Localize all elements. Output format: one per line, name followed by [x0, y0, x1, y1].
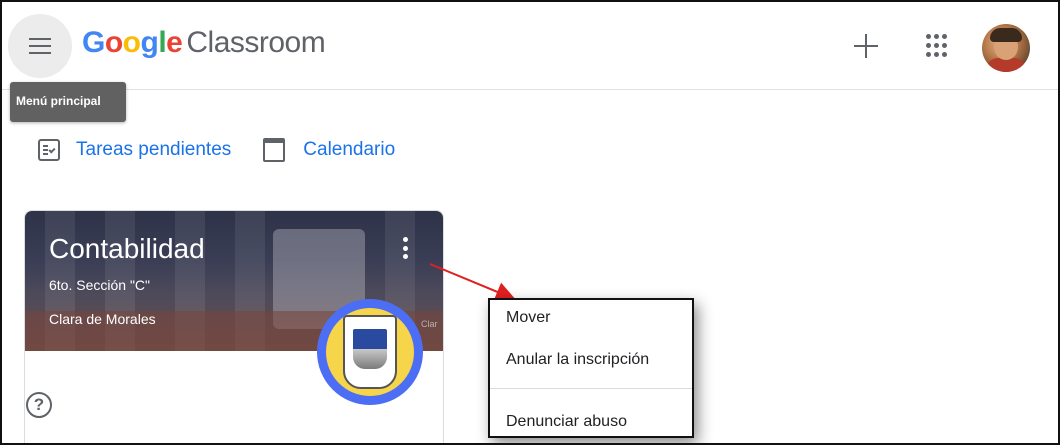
more-vert-icon[interactable] — [395, 233, 415, 263]
logo-product-name: Classroom — [186, 26, 326, 59]
secondary-nav: Tareas pendientes Calendario — [38, 130, 427, 170]
course-crest-avatar — [317, 299, 423, 405]
help-circle-icon[interactable]: ? — [26, 392, 52, 418]
main-menu-tooltip: Menú principal — [10, 82, 126, 122]
main-menu-button[interactable] — [8, 14, 72, 78]
calendar-icon — [263, 138, 286, 162]
nav-item-calendar-label: Calendario — [303, 139, 396, 160]
banner-fade-text: Clar — [421, 319, 438, 329]
apps-grid-icon[interactable] — [926, 34, 950, 58]
assignment-check-icon — [38, 139, 60, 161]
app-logo[interactable]: Google Classroom — [82, 26, 326, 60]
nav-item-todo[interactable]: Tareas pendientes — [38, 139, 231, 161]
course-context-menu: Mover Anular la inscripción Denunciar ab… — [488, 298, 694, 438]
course-title[interactable]: Contabilidad — [49, 233, 205, 265]
menu-divider — [490, 388, 692, 389]
course-section: 6to. Sección "C" — [49, 277, 150, 293]
create-join-class-button[interactable] — [848, 28, 884, 64]
nav-item-todo-label: Tareas pendientes — [76, 139, 232, 160]
logo-google-word: Google — [82, 26, 183, 59]
course-card[interactable]: Contabilidad 6to. Sección "C" Clara de M… — [24, 210, 444, 443]
hamburger-icon — [29, 38, 51, 54]
nav-item-calendar[interactable]: Calendario — [263, 138, 395, 162]
user-avatar[interactable] — [982, 24, 1030, 72]
menu-item-move[interactable]: Mover — [490, 298, 692, 338]
screenshot-frame: Google Classroom Menú principal Tareas p… — [0, 0, 1060, 445]
course-teacher: Clara de Morales — [49, 311, 156, 327]
menu-item-report-abuse[interactable]: Denunciar abuso — [490, 402, 692, 442]
menu-item-unenroll[interactable]: Anular la inscripción — [490, 340, 692, 380]
top-app-bar: Google Classroom — [2, 2, 1058, 90]
